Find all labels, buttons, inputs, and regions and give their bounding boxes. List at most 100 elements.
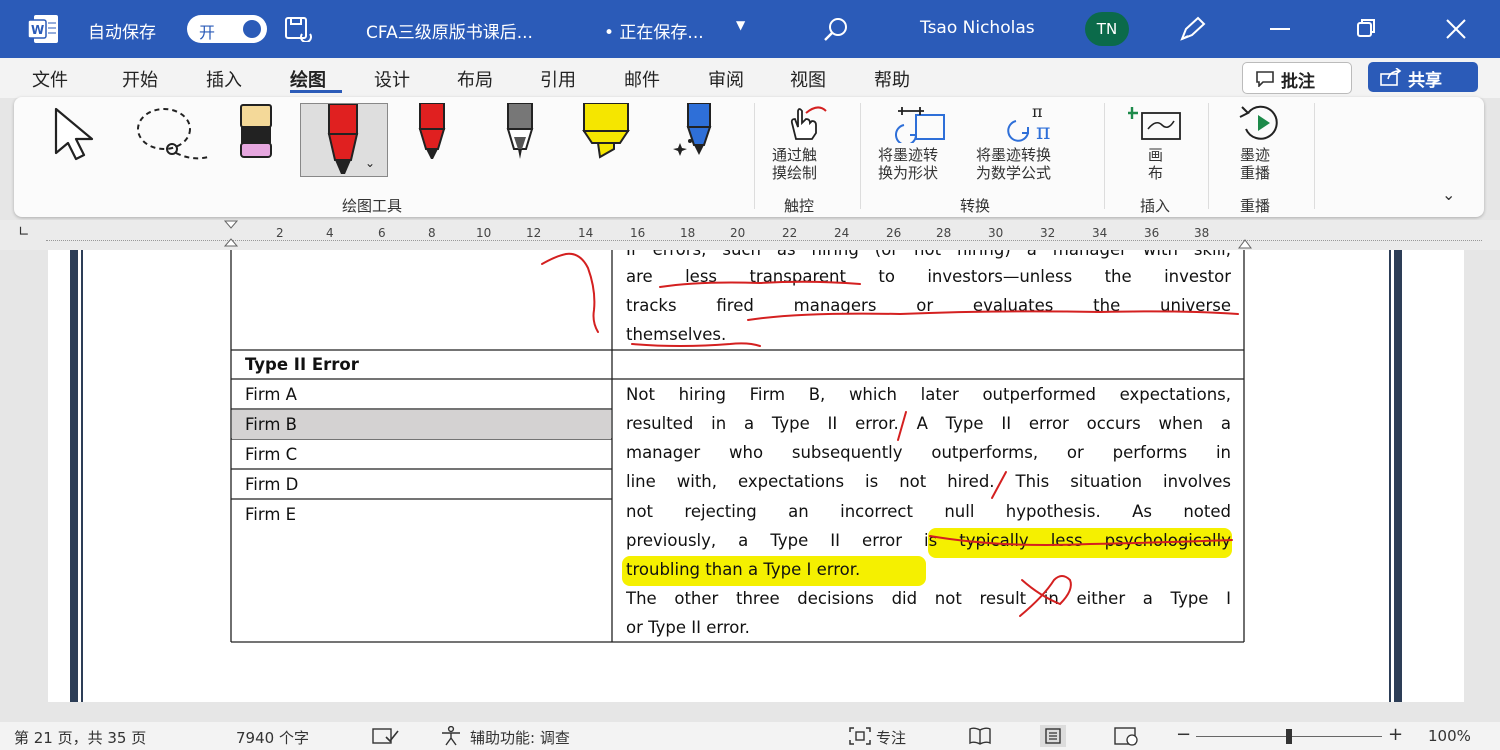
pencil-icon[interactable] [500,102,540,167]
doc-line[interactable]: resulted in a Type II error. A Type II e… [626,409,1231,438]
doc-line[interactable]: themselves. [626,320,1231,349]
accessibility-icon[interactable] [440,725,462,750]
touch-draw-icon[interactable] [784,105,830,145]
firm-cell[interactable]: Firm B [245,415,297,434]
doc-line[interactable]: troubling than a Type I error. [626,555,1231,584]
web-layout-icon[interactable] [1114,726,1140,750]
highlighter-icon[interactable] [580,102,632,167]
minimize-icon[interactable] [1270,28,1290,30]
word-count[interactable]: 7940 个字 [236,727,309,748]
doc-line[interactable]: manager who subsequently outperforms, or… [626,438,1231,467]
ink-replay-icon[interactable] [1234,103,1290,147]
firm-cell[interactable]: Firm C [245,445,297,464]
zoom-slider-thumb[interactable] [1286,729,1292,744]
replay-label-2: 重播 [1240,164,1271,182]
avatar[interactable]: TN [1085,12,1129,46]
ink-to-math-label-2: 为数学公式 [976,164,1052,182]
section-header[interactable]: Type II Error [245,355,359,374]
autosave-toggle[interactable]: 开 [187,15,267,43]
tab-draw[interactable]: 绘图 [290,66,326,92]
group-separator [1208,103,1209,209]
group-insert-label: 插入 [1140,197,1171,215]
ruler-tick: 28 [936,226,952,240]
save-icon[interactable] [284,16,312,46]
document-area[interactable]: If errors, such as hiring (or not hiring… [0,250,1500,722]
restore-icon[interactable] [1356,18,1376,38]
close-icon[interactable] [1445,18,1467,44]
active-tab-indicator [290,90,342,93]
tab-layout[interactable]: 布局 [457,66,493,92]
ruler-tick: 38 [1194,226,1210,240]
ruler-tick: 26 [886,226,902,240]
group-convert-label: 转换 [960,197,991,215]
page-info[interactable]: 第 21 页，共 35 页 [14,727,146,748]
doc-line[interactable]: previously, a Type II error is typically… [626,526,1231,555]
action-pen-icon[interactable] [668,102,716,167]
focus-label[interactable]: 专注 [876,727,906,748]
ruler-tick: 2 [276,226,284,240]
doc-line[interactable]: The other three decisions did not result… [626,584,1231,613]
doc-line[interactable]: tracks fired managers or evaluates the u… [626,291,1231,320]
ruler[interactable]: ∟ 2 4 6 8 10 12 14 16 18 20 22 24 26 28 … [0,220,1500,250]
lasso-select-icon[interactable] [132,105,216,169]
share-button[interactable]: 共享 [1368,62,1478,92]
indent-marker[interactable] [223,220,239,248]
proofing-icon[interactable] [372,727,400,749]
tab-file[interactable]: 文件 [32,66,68,92]
firm-cell[interactable]: Firm E [245,505,296,524]
tab-insert[interactable]: 插入 [206,66,242,92]
doc-title[interactable]: CFA三级原版书课后... [366,18,533,43]
tab-view[interactable]: 视图 [790,66,826,92]
red-pen-selected[interactable]: ⌄ [300,103,388,177]
firm-cell[interactable]: Firm D [245,475,298,494]
tab-home[interactable]: 开始 [122,66,158,92]
svg-text:π: π [1036,120,1050,143]
doc-line[interactable]: are less transparent to investors—unless… [626,262,1231,291]
doc-line[interactable]: Not hiring Firm B, which later outperfor… [626,380,1231,409]
doc-line[interactable]: not rejecting an incorrect null hypothes… [626,497,1231,526]
chevron-down-icon[interactable]: ⌄ [365,156,375,170]
tab-help[interactable]: 帮助 [874,66,910,92]
firm-cell[interactable]: Firm A [245,385,297,404]
share-icon [1380,68,1402,86]
ruler-tick: 30 [988,226,1004,240]
ink-to-math-icon[interactable]: ππ [1006,102,1066,147]
print-layout-icon[interactable] [1040,725,1066,747]
comment-icon [1256,71,1274,87]
drawing-canvas-icon[interactable] [1128,103,1184,147]
ruler-tick: 14 [578,226,594,240]
save-status[interactable]: • 正在保存... [604,18,704,43]
zoom-out-button[interactable]: − [1176,724,1191,745]
ink-to-shape-icon[interactable] [894,103,950,147]
tab-stop-icon[interactable]: ∟ [18,224,30,240]
collapse-ribbon-icon[interactable]: ⌄ [1442,185,1455,204]
zoom-in-button[interactable]: + [1388,724,1403,745]
tab-mailings[interactable]: 邮件 [624,66,660,92]
word-app-icon[interactable]: W [27,14,60,44]
tab-references[interactable]: 引用 [540,66,576,92]
red-pen-icon[interactable] [412,102,452,167]
ruler-tick: 6 [378,226,386,240]
group-separator [1104,103,1105,209]
replay-label-1: 墨迹 [1240,146,1271,164]
read-mode-icon[interactable] [968,726,992,750]
focus-icon[interactable] [848,726,872,750]
toggle-knob [243,20,261,38]
pen-settings-icon[interactable] [1178,15,1208,47]
touch-draw-label-1: 通过触 [772,146,818,164]
select-arrow-icon[interactable] [50,105,106,165]
zoom-level[interactable]: 100% [1428,727,1471,745]
group-touch-label: 触控 [784,197,815,215]
tab-design[interactable]: 设计 [374,66,410,92]
user-name[interactable]: Tsao Nicholas [920,18,1035,38]
group-separator [1314,103,1315,209]
accessibility-status[interactable]: 辅助功能: 调查 [470,727,570,748]
doc-line[interactable]: or Type II error. [626,613,1231,642]
comment-button[interactable]: 批注 [1242,62,1352,94]
svg-text:π: π [1032,103,1043,121]
tab-review[interactable]: 审阅 [708,66,744,92]
eraser-icon[interactable] [236,103,276,167]
search-icon[interactable] [822,16,850,48]
doc-line[interactable]: line with, expectations is not hired. Th… [626,467,1231,496]
chevron-down-icon[interactable]: ▼ [736,18,745,32]
